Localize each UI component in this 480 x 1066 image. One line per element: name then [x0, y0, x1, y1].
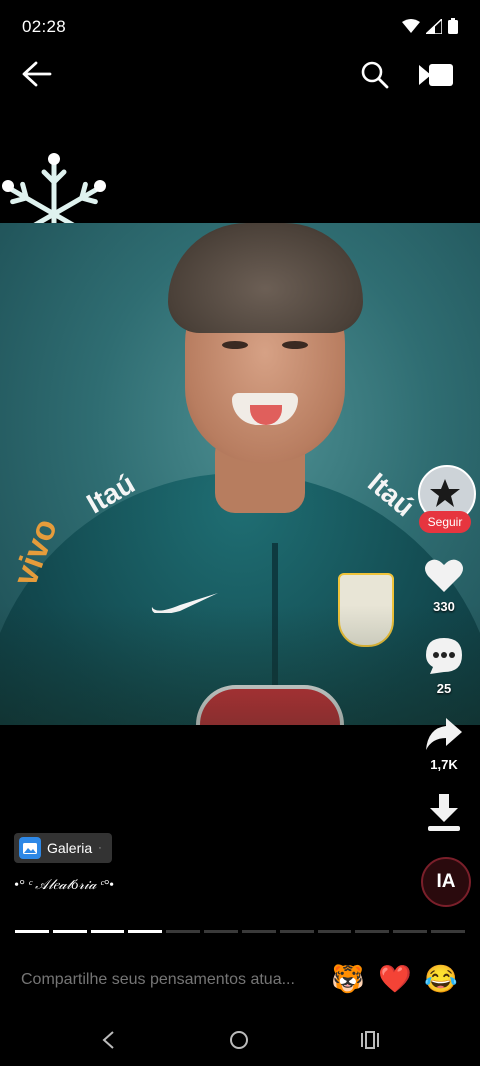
battery-icon	[448, 18, 458, 34]
search-icon	[361, 61, 389, 89]
eye-right	[282, 341, 308, 349]
status-time: 02:28	[22, 17, 67, 36]
status-bar: 02:28	[0, 0, 480, 54]
live-button[interactable]	[418, 62, 454, 88]
nav-home-icon[interactable]	[229, 1030, 249, 1050]
gallery-label: Galeria	[47, 840, 93, 856]
follow-button[interactable]: Seguir	[419, 511, 471, 533]
caption-text: •° ᶜ 𝒜𝓁𝑒𝒶𝓉ó𝓇𝒾𝒶 ᶜ°•	[14, 878, 114, 893]
like-action[interactable]: 330	[412, 558, 476, 614]
hair	[168, 223, 363, 333]
gallery-icon	[19, 837, 41, 859]
progress-segment	[241, 930, 276, 933]
share-count: 1,7K	[430, 757, 458, 772]
like-count: 330	[433, 599, 455, 614]
star-icon	[430, 479, 460, 507]
gallery-dot: ·	[98, 842, 102, 854]
comment-bubble-icon	[426, 638, 462, 674]
ai-button[interactable]: IA	[421, 857, 471, 907]
back-button[interactable]	[20, 58, 54, 90]
emoji-reaction-2[interactable]: ❤️	[378, 963, 412, 995]
video-player[interactable]: vivo Itaú Itaú	[0, 223, 480, 725]
progress-segment	[393, 930, 428, 933]
live-camera-icon	[419, 64, 453, 86]
progress-segment	[52, 930, 87, 933]
comment-action[interactable]: 25	[412, 636, 476, 696]
download-action[interactable]	[412, 792, 476, 839]
comment-count: 25	[436, 681, 452, 696]
video-shade	[0, 605, 480, 725]
heart-icon	[425, 559, 463, 592]
progress-segment	[15, 930, 49, 933]
progress-segment	[166, 930, 201, 933]
progress-segment	[90, 930, 125, 933]
comment-bar: 🐯 ❤️ 😂	[0, 955, 480, 1005]
progress-segment	[279, 930, 314, 933]
emoji-reaction-3[interactable]: 😂	[424, 963, 458, 995]
emoji-reaction-1[interactable]: 🐯	[331, 963, 365, 995]
progress-segment	[431, 930, 465, 933]
top-bar	[0, 50, 480, 98]
system-nav-bar	[0, 1010, 480, 1066]
gallery-tag[interactable]: Galeria ·	[14, 833, 112, 863]
progress-segment	[128, 930, 163, 933]
share-action[interactable]: 1,7K	[412, 716, 476, 772]
arrow-left-icon	[22, 61, 52, 87]
status-icons	[402, 18, 458, 34]
wifi-icon	[402, 19, 420, 33]
search-button[interactable]	[360, 60, 390, 90]
share-arrow-icon	[426, 718, 462, 750]
eye-left	[222, 341, 248, 349]
download-icon	[428, 794, 460, 831]
comment-input[interactable]	[21, 971, 321, 989]
nav-back-icon[interactable]	[100, 1030, 118, 1050]
story-progress	[15, 930, 465, 933]
progress-segment	[317, 930, 352, 933]
nav-recents-icon[interactable]	[360, 1031, 380, 1049]
progress-segment	[355, 930, 390, 933]
progress-segment	[204, 930, 238, 933]
signal-icon	[426, 18, 442, 34]
